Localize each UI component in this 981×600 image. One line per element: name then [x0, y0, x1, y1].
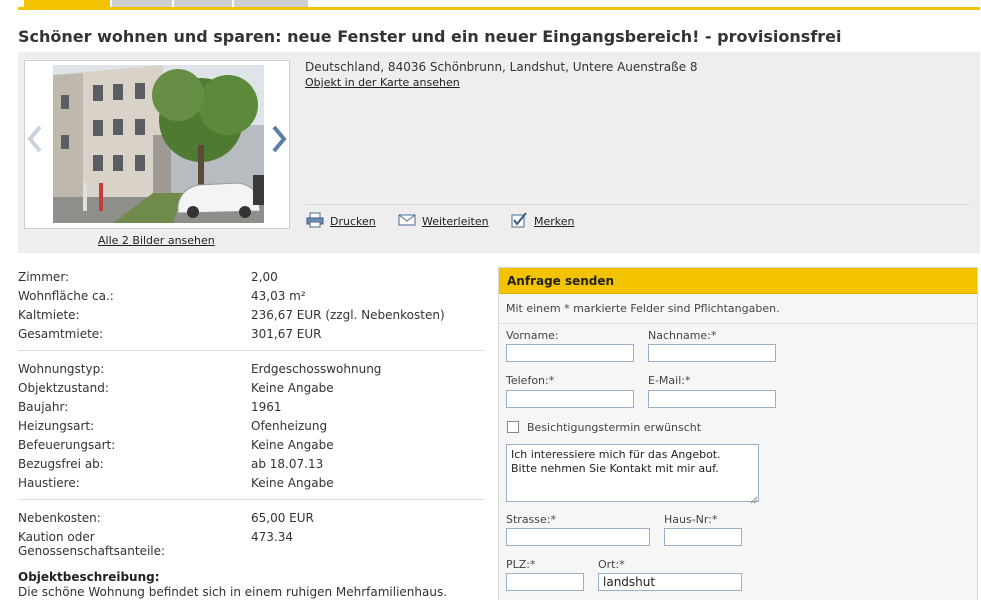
property-photo[interactable] [53, 65, 264, 223]
resize-grip-icon[interactable] [750, 493, 758, 504]
detail-label: Nebenkosten: [18, 511, 101, 525]
previous-image-arrow-icon[interactable] [27, 125, 43, 153]
detail-value: Keine Angabe [251, 438, 334, 452]
checkmark-icon [510, 211, 528, 231]
next-image-arrow-icon[interactable] [271, 125, 287, 153]
detail-label: Haustiere: [18, 476, 80, 490]
tab-2[interactable] [112, 0, 172, 7]
forward-label: Weiterleiten [422, 214, 489, 228]
email-input[interactable] [648, 390, 776, 408]
detail-label: Heizungsart: [18, 419, 95, 433]
remember-label: Merken [534, 214, 575, 228]
city-input[interactable] [598, 573, 742, 591]
detail-row: Befeuerungsart: Keine Angabe [18, 436, 484, 455]
detail-label: Kaution oder Genossenschaftsanteile: [18, 530, 166, 558]
detail-value: 2,00 [251, 270, 278, 284]
detail-row: Wohnfläche ca.: 43,03 m² [18, 287, 484, 306]
tab-3[interactable] [174, 0, 232, 7]
city-label: Ort:* [598, 558, 625, 571]
housenr-input[interactable] [664, 528, 742, 546]
detail-label: Wohnfläche ca.: [18, 289, 114, 303]
divider [18, 350, 484, 351]
detail-value: 236,67 EUR (zzgl. Nebenkosten) [251, 308, 445, 322]
property-details: Zimmer: 2,00 Wohnfläche ca.: 43,03 m² Kalt… [18, 268, 484, 599]
street-label: Strasse:* [506, 513, 556, 526]
detail-label: Befeuerungsart: [18, 438, 116, 452]
detail-label: Baujahr: [18, 400, 69, 414]
detail-value: ab 18.07.13 [251, 457, 324, 471]
description-text: Die schöne Wohnung befindet sich in eine… [18, 585, 448, 599]
detail-label: Kaltmiete: [18, 308, 80, 322]
zip-label: PLZ:* [506, 558, 536, 571]
zip-input[interactable] [506, 573, 584, 591]
tab-4[interactable] [234, 0, 308, 7]
firstname-label: Vorname: [506, 329, 559, 342]
detail-label: Wohnungstyp: [18, 362, 105, 376]
detail-label: Bezugsfrei ab: [18, 457, 104, 471]
detail-value: 301,67 EUR [251, 327, 322, 341]
message-textarea[interactable]: Ich interessiere mich für das Angebot. B… [506, 444, 759, 502]
detail-value: Keine Angabe [251, 381, 334, 395]
envelope-icon [398, 213, 416, 230]
divider [305, 204, 970, 205]
forward-button[interactable]: Weiterleiten [398, 212, 489, 230]
detail-row: Objektzustand: Keine Angabe [18, 379, 484, 398]
tab-active[interactable] [24, 0, 110, 7]
divider [18, 499, 484, 500]
detail-value: Ofenheizung [251, 419, 328, 433]
address: Deutschland, 84036 Schönbrunn, Landshut,… [305, 60, 698, 74]
detail-row: Gesamtmiete: 301,67 EUR [18, 325, 484, 344]
detail-value: Keine Angabe [251, 476, 334, 490]
detail-value: 65,00 EUR [251, 511, 314, 525]
detail-row: Zimmer: 2,00 [18, 268, 484, 287]
all-images-link[interactable]: Alle 2 Bilder ansehen [98, 234, 215, 247]
print-label: Drucken [330, 214, 376, 228]
detail-value: 473.34 [251, 530, 293, 544]
viewing-checkbox[interactable] [507, 421, 519, 433]
detail-value: 43,03 m² [251, 289, 306, 303]
description-heading: Objektbeschreibung: [18, 570, 160, 584]
printer-icon [306, 212, 324, 231]
phone-input[interactable] [506, 390, 634, 408]
detail-value: 1961 [251, 400, 282, 414]
detail-label: Objektzustand: [18, 381, 109, 395]
email-label: E-Mail:* [648, 374, 691, 387]
form-heading: Anfrage senden [499, 268, 977, 294]
map-link[interactable]: Objekt in der Karte ansehen [305, 76, 460, 89]
detail-label: Zimmer: [18, 270, 70, 284]
detail-row: Haustiere: Keine Angabe [18, 474, 484, 493]
detail-row: Nebenkosten: 65,00 EUR [18, 509, 484, 528]
phone-label: Telefon:* [506, 374, 555, 387]
tab-bar [18, 0, 980, 10]
detail-row: Bezugsfrei ab: ab 18.07.13 [18, 455, 484, 474]
viewing-label: Besichtigungstermin erwünscht [527, 421, 702, 434]
print-button[interactable]: Drucken [306, 212, 376, 230]
page-title: Schöner wohnen und sparen: neue Fenster … [18, 27, 842, 46]
firstname-input[interactable] [506, 344, 634, 362]
detail-row: Heizungsart: Ofenheizung [18, 417, 484, 436]
housenr-label: Haus-Nr:* [664, 513, 718, 526]
remember-button[interactable]: Merken [510, 211, 575, 231]
detail-row: Kaution oder Genossenschaftsanteile: 473.… [18, 528, 484, 560]
detail-row: Kaltmiete: 236,67 EUR (zzgl. Nebenkosten) [18, 306, 484, 325]
lastname-label: Nachname:* [648, 329, 717, 342]
details-group-3: Nebenkosten: 65,00 EUR Kaution oder Genos… [18, 509, 484, 560]
detail-value: Erdgeschosswohnung [251, 362, 382, 376]
object-overview: Alle 2 Bilder ansehen Deutschland, 84036… [18, 52, 980, 253]
details-group-1: Zimmer: 2,00 Wohnfläche ca.: 43,03 m² Kalt… [18, 268, 484, 344]
required-note: Mit einem * markierte Felder sind Pflich… [506, 302, 780, 315]
lastname-input[interactable] [648, 344, 776, 362]
image-gallery [24, 60, 290, 229]
divider [499, 323, 977, 324]
detail-row: Wohnungstyp: Erdgeschosswohnung [18, 360, 484, 379]
inquiry-form: Anfrage senden Mit einem * markierte Fel… [498, 267, 978, 600]
detail-row: Baujahr: 1961 [18, 398, 484, 417]
street-input[interactable] [506, 528, 650, 546]
detail-label: Gesamtmiete: [18, 327, 104, 341]
details-group-2: Wohnungstyp: Erdgeschosswohnung Objektzus… [18, 360, 484, 493]
